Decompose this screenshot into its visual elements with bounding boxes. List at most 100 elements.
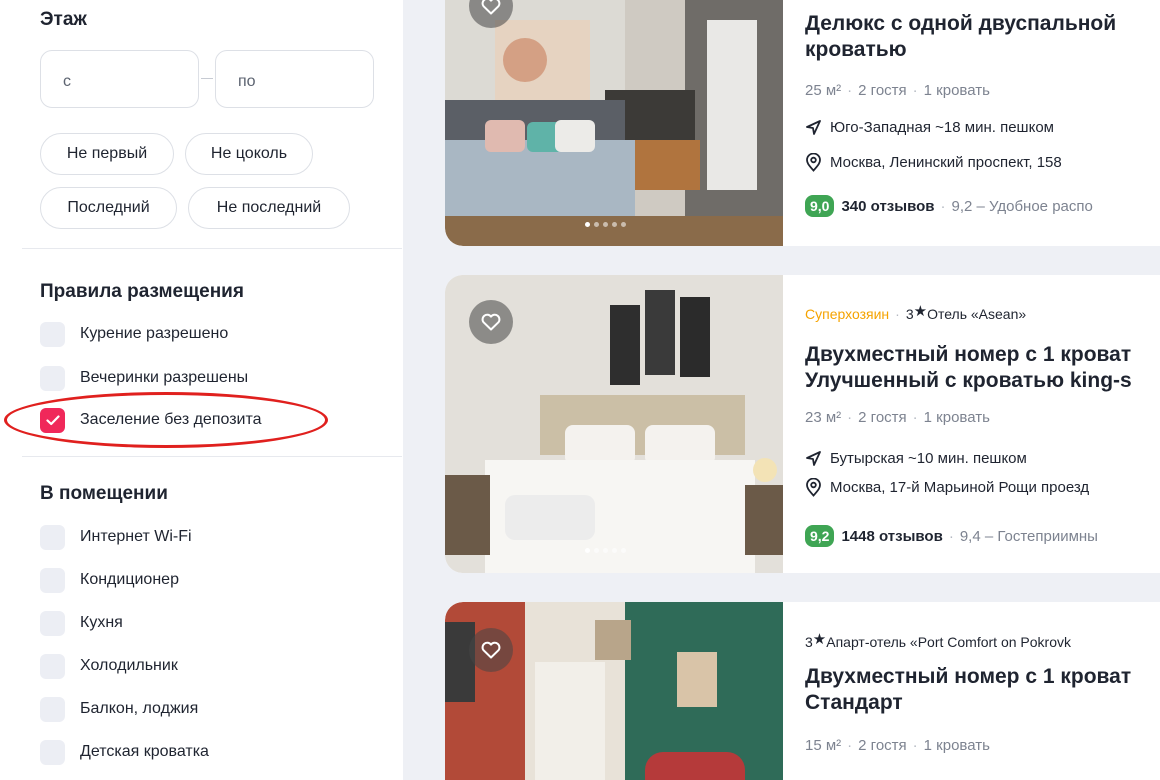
- address-text: Москва, Ленинский проспект, 158: [830, 154, 1062, 171]
- guests: 2 гостя: [858, 737, 907, 754]
- reviews-count: 340 отзывов: [841, 197, 935, 215]
- checkbox-label: Детская кроватка: [80, 743, 209, 760]
- listing-title-line2[interactable]: Улучшенный с кроватью king-s: [805, 368, 1132, 394]
- listing-card[interactable]: Делюкс с одной двуспальной кроватью 25 м…: [445, 0, 1160, 246]
- chip-not-first[interactable]: Не первый: [40, 133, 174, 175]
- chip-not-last[interactable]: Не последний: [188, 187, 350, 229]
- reviews-count: 1448 отзывов: [841, 527, 943, 545]
- checkbox-parties[interactable]: Вечеринки разрешены: [40, 365, 248, 391]
- rating-score: 9,0: [805, 195, 835, 217]
- room-section-title: В помещении: [40, 483, 168, 504]
- listing-meta: 15 м² · 2 гостя · 1 кровать: [805, 737, 990, 754]
- rating-score: 9,2: [805, 525, 835, 547]
- listing-title-line2[interactable]: кроватью: [805, 37, 907, 63]
- chip-last[interactable]: Последний: [40, 187, 177, 229]
- metro-text: Юго-Западная ~18 мин. пешком: [830, 119, 1054, 136]
- checkbox-label: Кондиционер: [80, 571, 179, 588]
- checkbox-wifi[interactable]: Интернет Wi-Fi: [40, 524, 192, 550]
- listing-info: Делюкс с одной двуспальной кроватью 25 м…: [805, 0, 1160, 246]
- listing-title[interactable]: Делюкс с одной двуспальной: [805, 11, 1116, 37]
- rating-line[interactable]: 9,2 1448 отзывов · 9,4 – Гостеприимны: [805, 525, 1098, 547]
- metro-line: Бутырская ~10 мин. пешком: [805, 450, 1027, 467]
- checkbox-balcony[interactable]: Балкон, лоджия: [40, 696, 198, 722]
- location-pin-icon: [806, 153, 821, 172]
- checkbox-label: Заселение без депозита: [80, 411, 262, 428]
- photo-dot[interactable]: [621, 548, 626, 553]
- checkbox-label: Холодильник: [80, 657, 178, 674]
- area: 23 м²: [805, 409, 842, 426]
- listing-photo[interactable]: [445, 275, 783, 573]
- checkbox-no-deposit[interactable]: Заселение без депозита: [40, 407, 262, 433]
- metro-line: Юго-Западная ~18 мин. пешком: [805, 119, 1054, 136]
- checkbox-box[interactable]: [40, 739, 65, 765]
- favorite-button[interactable]: [469, 300, 513, 344]
- photo-dot[interactable]: [594, 548, 599, 553]
- favorite-button[interactable]: [469, 628, 513, 672]
- beds: 1 кровать: [923, 409, 990, 426]
- checkbox-smoking[interactable]: Курение разрешено: [40, 321, 228, 347]
- guests: 2 гостя: [858, 82, 907, 99]
- photo-dots: [585, 222, 626, 227]
- photo-dot[interactable]: [612, 548, 617, 553]
- photo-dot[interactable]: [621, 222, 626, 227]
- checkbox-box-checked[interactable]: [40, 407, 65, 433]
- listing-title[interactable]: Двухместный номер с 1 кроват: [805, 342, 1131, 368]
- star-rating: 3: [905, 306, 914, 322]
- rating-line[interactable]: 9,0 340 отзывов · 9,2 – Удобное распо: [805, 195, 1093, 217]
- divider: [22, 248, 402, 249]
- area: 15 м²: [805, 737, 842, 754]
- checkbox-kitchen[interactable]: Кухня: [40, 610, 123, 636]
- photo-dot[interactable]: [603, 548, 608, 553]
- checkbox-fridge[interactable]: Холодильник: [40, 653, 178, 679]
- rating-comment: 9,4 – Гостеприимны: [959, 527, 1098, 545]
- chip-not-basement[interactable]: Не цоколь: [185, 133, 313, 175]
- checkbox-box[interactable]: [40, 653, 65, 679]
- checkbox-box[interactable]: [40, 610, 65, 636]
- photo-dot[interactable]: [585, 548, 590, 553]
- checkbox-box[interactable]: [40, 321, 65, 347]
- checkbox-box[interactable]: [40, 567, 65, 593]
- star-rating: 3: [805, 634, 813, 650]
- navigation-arrow-icon: [806, 451, 821, 466]
- listing-photo[interactable]: [445, 0, 783, 246]
- heart-icon: [481, 313, 501, 331]
- address-text: Москва, 17-й Марьиной Рощи проезд: [830, 479, 1090, 496]
- metro-text: Бутырская ~10 мин. пешком: [830, 450, 1027, 467]
- checkbox-label: Курение разрешено: [80, 325, 229, 342]
- range-dash: [201, 78, 213, 79]
- listing-title[interactable]: Двухместный номер с 1 кроват: [805, 664, 1131, 690]
- checkbox-box[interactable]: [40, 524, 65, 550]
- checkbox-air-conditioner[interactable]: Кондиционер: [40, 567, 179, 593]
- checkbox-box[interactable]: [40, 696, 65, 722]
- divider: [22, 456, 402, 457]
- filters-sidebar: Этаж с по Не первый Не цоколь Последний …: [0, 0, 403, 780]
- photo-dot[interactable]: [603, 222, 608, 227]
- listing-photo[interactable]: [445, 602, 783, 780]
- floor-from-input[interactable]: с: [40, 50, 199, 108]
- star-icon: ★: [812, 631, 827, 648]
- photo-dots: [585, 548, 626, 553]
- property-name[interactable]: Отель «Asean»: [927, 306, 1026, 322]
- property-name[interactable]: Апарт-отель «Port Comfort on Pokrovk: [826, 634, 1071, 650]
- location-pin-icon: [806, 478, 821, 497]
- checkbox-label: Кухня: [80, 614, 123, 631]
- photo-dot[interactable]: [612, 222, 617, 227]
- rating-comment: 9,2 – Удобное распо: [951, 197, 1093, 215]
- checkmark-icon: [45, 414, 60, 425]
- heart-icon: [481, 641, 501, 659]
- host-line: Суперхозяин · 3★Отель «Asean»: [805, 303, 1027, 322]
- photo-dot[interactable]: [594, 222, 599, 227]
- floor-section-title: Этаж: [40, 9, 87, 30]
- photo-dot[interactable]: [585, 222, 590, 227]
- checkbox-box[interactable]: [40, 365, 65, 391]
- rules-section-title: Правила размещения: [40, 281, 244, 302]
- listing-title-line2[interactable]: Стандарт: [805, 690, 903, 716]
- floor-to-input[interactable]: по: [215, 50, 374, 108]
- listing-card[interactable]: 3★Апарт-отель «Port Comfort on Pokrovk Д…: [445, 602, 1160, 780]
- address-line: Москва, Ленинский проспект, 158: [805, 153, 1062, 172]
- checkbox-baby-cot[interactable]: Детская кроватка: [40, 739, 209, 765]
- area: 25 м²: [805, 82, 842, 99]
- host-line: 3★Апарт-отель «Port Comfort on Pokrovk: [805, 630, 1071, 650]
- listing-card[interactable]: Суперхозяин · 3★Отель «Asean» Двухместный …: [445, 275, 1160, 573]
- navigation-arrow-icon: [806, 120, 821, 135]
